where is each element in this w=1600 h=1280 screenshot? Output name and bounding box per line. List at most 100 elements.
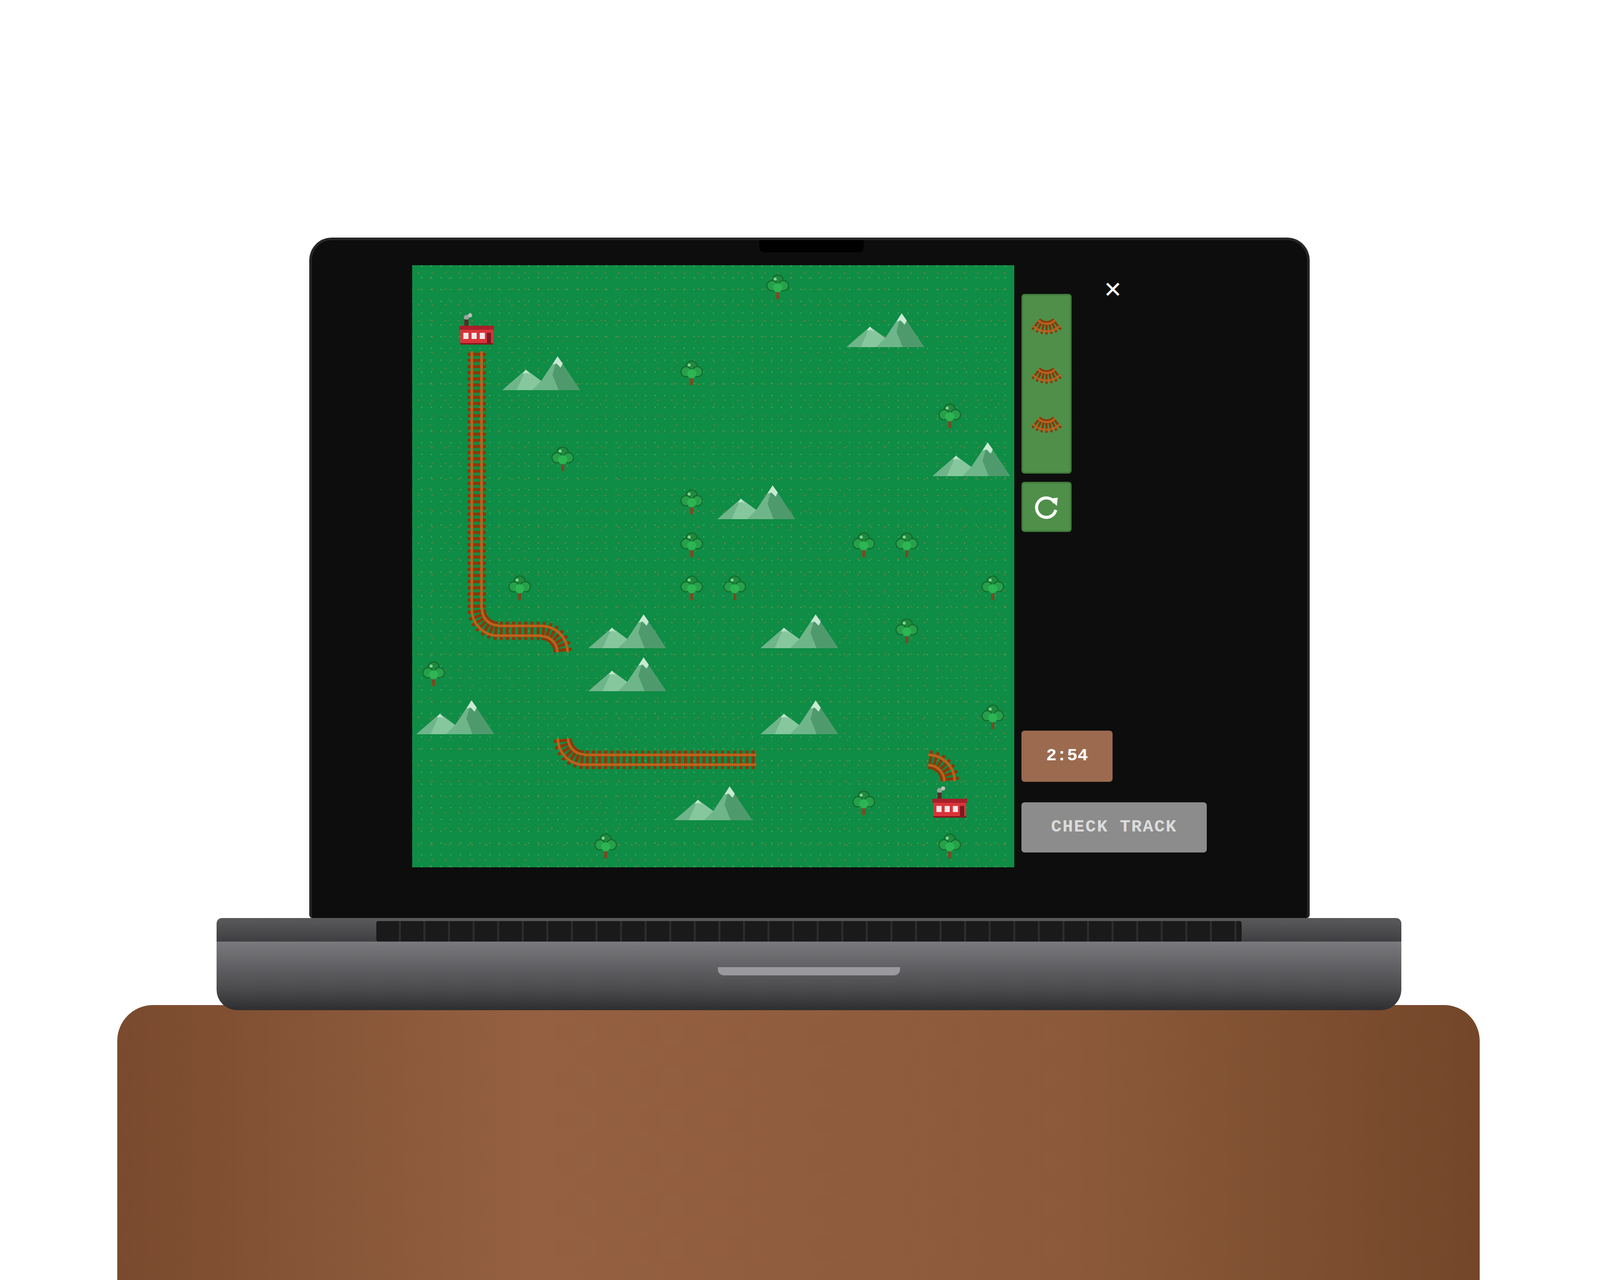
mountain-icon bbox=[845, 311, 926, 349]
tree-icon bbox=[851, 530, 877, 560]
rotate-button[interactable] bbox=[1021, 481, 1072, 532]
curved-track-icon bbox=[541, 609, 585, 653]
mountain-icon bbox=[587, 612, 668, 650]
mountain bbox=[670, 781, 757, 825]
station-icon bbox=[457, 313, 497, 347]
scene: ✕ 2:54 CHECK TRACK bbox=[0, 0, 1600, 1280]
tree bbox=[971, 566, 1015, 610]
close-button[interactable]: ✕ bbox=[1101, 276, 1125, 304]
keyboard-deck bbox=[216, 918, 1402, 942]
game-board[interactable] bbox=[412, 265, 1015, 868]
track-piece[interactable] bbox=[498, 609, 542, 653]
track-piece[interactable] bbox=[455, 351, 499, 395]
tree bbox=[971, 695, 1015, 739]
mountain-icon bbox=[931, 440, 1012, 478]
track-piece[interactable] bbox=[928, 738, 972, 782]
mountain bbox=[842, 308, 929, 352]
tree-icon bbox=[851, 788, 877, 818]
palette-piece[interactable] bbox=[1025, 408, 1069, 458]
palette-piece[interactable] bbox=[1025, 358, 1069, 409]
tree bbox=[670, 351, 714, 395]
curved-track-icon bbox=[1024, 410, 1070, 456]
tree bbox=[584, 824, 628, 868]
track-piece[interactable] bbox=[455, 480, 499, 524]
mountain bbox=[498, 351, 585, 395]
track-piece[interactable] bbox=[584, 738, 628, 782]
tree bbox=[670, 523, 714, 567]
station[interactable] bbox=[928, 781, 972, 825]
mountain bbox=[584, 652, 671, 696]
tree-icon bbox=[894, 530, 920, 560]
straight-track-icon bbox=[498, 609, 542, 653]
mountain-icon bbox=[501, 354, 582, 392]
track-piece[interactable] bbox=[455, 437, 499, 481]
mountain-icon bbox=[716, 483, 797, 521]
straight-track-icon bbox=[455, 437, 499, 481]
tree-icon bbox=[679, 530, 704, 560]
tree-icon bbox=[765, 272, 791, 302]
tree bbox=[842, 523, 886, 567]
tree bbox=[713, 566, 757, 610]
mountain-icon bbox=[415, 698, 496, 736]
straight-track-icon bbox=[713, 738, 757, 782]
curved-track-icon bbox=[928, 738, 972, 782]
camera-notch bbox=[759, 240, 864, 253]
tree-icon bbox=[937, 831, 963, 861]
tree-icon bbox=[507, 573, 532, 603]
tree-icon bbox=[722, 573, 748, 603]
curved-track-icon bbox=[1024, 311, 1070, 357]
track-piece[interactable] bbox=[627, 738, 671, 782]
track-piece[interactable] bbox=[713, 738, 757, 782]
tree bbox=[928, 824, 972, 868]
tool-group: ✕ bbox=[1021, 289, 1125, 532]
track-piece[interactable] bbox=[455, 566, 499, 610]
track-piece[interactable] bbox=[541, 738, 585, 782]
tree bbox=[756, 265, 800, 309]
mountain bbox=[928, 437, 1015, 481]
wooden-stand bbox=[117, 1005, 1480, 1280]
station-icon bbox=[930, 786, 970, 820]
laptop-base bbox=[216, 918, 1402, 1011]
tree bbox=[885, 523, 929, 567]
track-piece[interactable] bbox=[455, 609, 499, 653]
track-piece[interactable] bbox=[455, 523, 499, 567]
mountain bbox=[756, 609, 843, 653]
tree bbox=[885, 609, 929, 653]
mountain-icon bbox=[759, 612, 840, 650]
straight-track-icon bbox=[584, 738, 628, 782]
tree bbox=[928, 394, 972, 438]
track-piece[interactable] bbox=[455, 394, 499, 438]
tree-icon bbox=[679, 573, 704, 603]
tree-icon bbox=[980, 573, 1006, 603]
track-piece[interactable] bbox=[541, 609, 585, 653]
mountain bbox=[584, 609, 671, 653]
tree bbox=[670, 566, 714, 610]
palette-piece[interactable] bbox=[1025, 309, 1069, 359]
keyboard bbox=[376, 921, 1242, 942]
straight-track-icon bbox=[670, 738, 714, 782]
tree bbox=[842, 781, 886, 825]
check-track-button[interactable]: CHECK TRACK bbox=[1021, 802, 1207, 853]
mountain-icon bbox=[587, 655, 668, 693]
timer: 2:54 bbox=[1021, 730, 1113, 782]
track-palette bbox=[1021, 293, 1072, 474]
tree-icon bbox=[679, 358, 704, 388]
mountain bbox=[713, 480, 800, 524]
backdrop bbox=[0, 0, 1600, 238]
track-piece[interactable] bbox=[670, 738, 714, 782]
mountain-icon bbox=[759, 698, 840, 736]
lid-notch bbox=[717, 967, 901, 976]
tree-icon bbox=[679, 487, 704, 517]
straight-track-icon bbox=[455, 480, 499, 524]
tree-icon bbox=[593, 831, 618, 861]
mountain bbox=[412, 695, 499, 739]
mountain-icon bbox=[673, 784, 754, 822]
tree bbox=[670, 480, 714, 524]
tree-icon bbox=[937, 401, 963, 431]
station[interactable] bbox=[455, 308, 499, 352]
straight-track-icon bbox=[455, 351, 499, 395]
tree bbox=[541, 437, 585, 481]
tool-column bbox=[1021, 293, 1072, 532]
tree-icon bbox=[980, 702, 1006, 732]
tree bbox=[498, 566, 542, 610]
